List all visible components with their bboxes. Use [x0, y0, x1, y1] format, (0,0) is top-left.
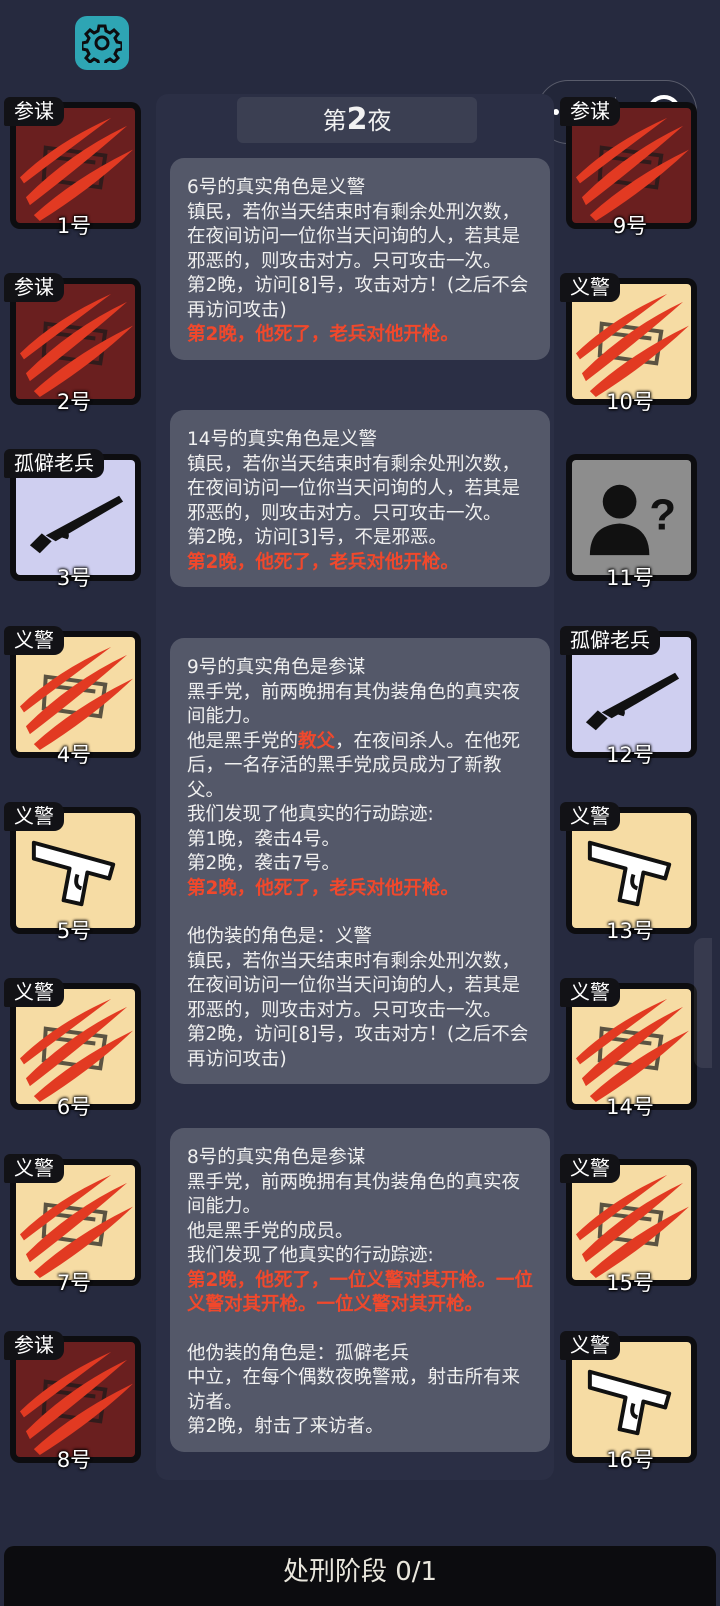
player-number: 8号 — [56, 1448, 92, 1472]
player-number: 11号 — [606, 566, 654, 590]
player-role-label: 义警 — [560, 273, 620, 302]
player-role-label: 参谋 — [4, 1331, 64, 1360]
entry-line: 黑手党，前两晚拥有其伪装角色的真实夜间能力。 — [187, 681, 521, 728]
entry-death-line: 第2晚，他死了，老兵对他开枪。 — [187, 877, 459, 899]
gear-icon — [82, 24, 122, 63]
unknown-person-icon: ? — [572, 460, 691, 575]
entry-line: 他是黑手党的成员。 — [187, 1220, 354, 1242]
log-entry: 9号的真实角色是参谋黑手党，前两晚拥有其伪装角色的真实夜间能力。 他是黑手党的教父… — [170, 638, 550, 1084]
player-number: 16号 — [606, 1448, 654, 1472]
player-role-label: 义警 — [560, 1331, 620, 1360]
player-card[interactable]: 义警 16号 — [560, 1331, 700, 1472]
player-card[interactable]: 义警 7号 — [4, 1154, 144, 1295]
player-number: 3号 — [56, 566, 92, 590]
player-role-label: 参谋 — [4, 273, 64, 302]
player-number: 1号 — [56, 214, 92, 238]
player-card[interactable]: 孤僻老兵 12号 — [560, 626, 700, 767]
entry-line: 第2晚，射击了来访者。 — [187, 1416, 384, 1437]
entry-line: 第1晚，袭击4号。 — [187, 828, 341, 850]
player-role-label: 义警 — [4, 802, 64, 831]
entry-spacer — [187, 1318, 534, 1342]
entry-line: 第2晚，访问[3]号，不是邪恶。 — [187, 527, 447, 548]
player-card[interactable]: 参谋 9号 — [560, 97, 700, 238]
entry-line: 第2晚，访问[8]号，攻击对方！(之后不会再访问攻击) — [187, 275, 529, 321]
log-entry: 8号的真实角色是参谋黑手党，前两晚拥有其伪装角色的真实夜间能力。 他是黑手党的成员… — [170, 1128, 550, 1452]
player-card[interactable]: 义警 4号 — [4, 626, 144, 767]
player-role-label: 义警 — [560, 802, 620, 831]
player-number: 15号 — [606, 1271, 654, 1295]
entry-line: 镇民，若你当天结束时有剩余处刑次数，在夜间访问一位你当天问询的人，若其是邪恶的，… — [187, 453, 521, 524]
player-number: 12号 — [606, 743, 654, 767]
entry-line: 6号的真实角色是义警 — [187, 177, 366, 198]
player-card[interactable]: 参谋 8号 — [4, 1331, 144, 1472]
entry-line: 他是黑手党的教父，在夜间杀人。在他死后，一名存活的黑手党成员成为了新教父。 — [187, 730, 521, 801]
entry-line: 我们发现了他真实的行动踪迹: — [187, 1245, 434, 1266]
player-number: 4号 — [56, 743, 92, 767]
player-number: 6号 — [56, 1095, 92, 1119]
highlight-role: 教父 — [298, 730, 336, 752]
player-number: 7号 — [56, 1271, 92, 1295]
svg-text:?: ? — [649, 491, 676, 539]
player-card[interactable]: 孤僻老兵 3号 — [4, 449, 144, 590]
player-number: 9号 — [612, 214, 648, 238]
entry-line: 镇民，若你当天结束时有剩余处刑次数，在夜间访问一位你当天问询的人，若其是邪恶的，… — [187, 950, 521, 1021]
player-number: 5号 — [56, 919, 92, 943]
player-number: 10号 — [606, 390, 654, 414]
player-card[interactable]: 义警 13号 — [560, 802, 700, 943]
player-role-label: 孤僻老兵 — [4, 449, 104, 478]
player-number: 14号 — [606, 1095, 654, 1119]
entry-line: 黑手党，前两晚拥有其伪装角色的真实夜间能力。 — [187, 1171, 521, 1218]
player-number: 2号 — [56, 390, 92, 414]
player-card[interactable]: 义警 5号 — [4, 802, 144, 943]
player-card[interactable]: 义警 15号 — [560, 1154, 700, 1295]
player-number: 13号 — [606, 919, 654, 943]
entry-death-line: 第2晚，他死了，老兵对他开枪。 — [187, 324, 459, 345]
player-role-label: 孤僻老兵 — [560, 626, 660, 655]
player-role-label: 义警 — [4, 1154, 64, 1183]
player-card[interactable]: 义警 10号 — [560, 273, 700, 414]
entry-line: 他伪装的角色是：孤僻老兵 — [187, 1342, 410, 1364]
execution-phase-bar[interactable]: 处刑阶段 0/1 — [4, 1546, 716, 1606]
entry-line: 9号的真实角色是参谋 — [187, 657, 366, 678]
player-role-label: 义警 — [4, 626, 64, 655]
player-role-label: 参谋 — [4, 97, 64, 126]
entry-spacer — [187, 901, 534, 925]
execution-phase-label: 处刑阶段 0/1 — [282, 1557, 438, 1587]
scroll-handle[interactable] — [694, 938, 712, 1068]
player-card[interactable]: 参谋 2号 — [4, 273, 144, 414]
night-title: 第2夜 — [237, 97, 477, 143]
entry-death-line: 第2晚，他死了，老兵对他开枪。 — [187, 551, 459, 573]
player-role-label: 参谋 — [560, 97, 620, 126]
player-role-label: 义警 — [4, 978, 64, 1007]
entry-line: 我们发现了他真实的行动踪迹: — [187, 804, 434, 825]
entry-line: 中立，在每个偶数夜晚警戒，射击所有来访者。 — [187, 1367, 521, 1413]
entry-line: 第2晚，访问[8]号，攻击对方！(之后不会再访问攻击) — [187, 1024, 529, 1070]
player-role-label: 义警 — [560, 1154, 620, 1183]
entry-line: 14号的真实角色是义警 — [187, 429, 378, 450]
player-card[interactable]: 义警 14号 — [560, 978, 700, 1119]
entry-line: 他伪装的角色是：义警 — [187, 926, 373, 947]
entry-line: 第2晚，袭击7号。 — [187, 853, 341, 874]
entry-death-line: 第2晚，他死了，一位义警对其开枪。一位义警对其开枪。一位义警对其开枪。 — [187, 1269, 533, 1316]
entry-line: 镇民，若你当天结束时有剩余处刑次数，在夜间访问一位你当天问询的人，若其是邪恶的，… — [187, 201, 521, 272]
log-entry: 14号的真实角色是义警镇民，若你当天结束时有剩余处刑次数，在夜间访问一位你当天问… — [170, 410, 550, 587]
player-card[interactable]: 义警 6号 — [4, 978, 144, 1119]
log-entry: 6号的真实角色是义警镇民，若你当天结束时有剩余处刑次数，在夜间访问一位你当天问询… — [170, 158, 550, 360]
player-role-label: 义警 — [560, 978, 620, 1007]
settings-button[interactable] — [75, 16, 129, 70]
player-card[interactable]: 参谋 1号 — [4, 97, 144, 238]
entry-line: 8号的真实角色是参谋 — [187, 1147, 366, 1168]
player-card[interactable]: ? 11号 — [560, 449, 700, 590]
